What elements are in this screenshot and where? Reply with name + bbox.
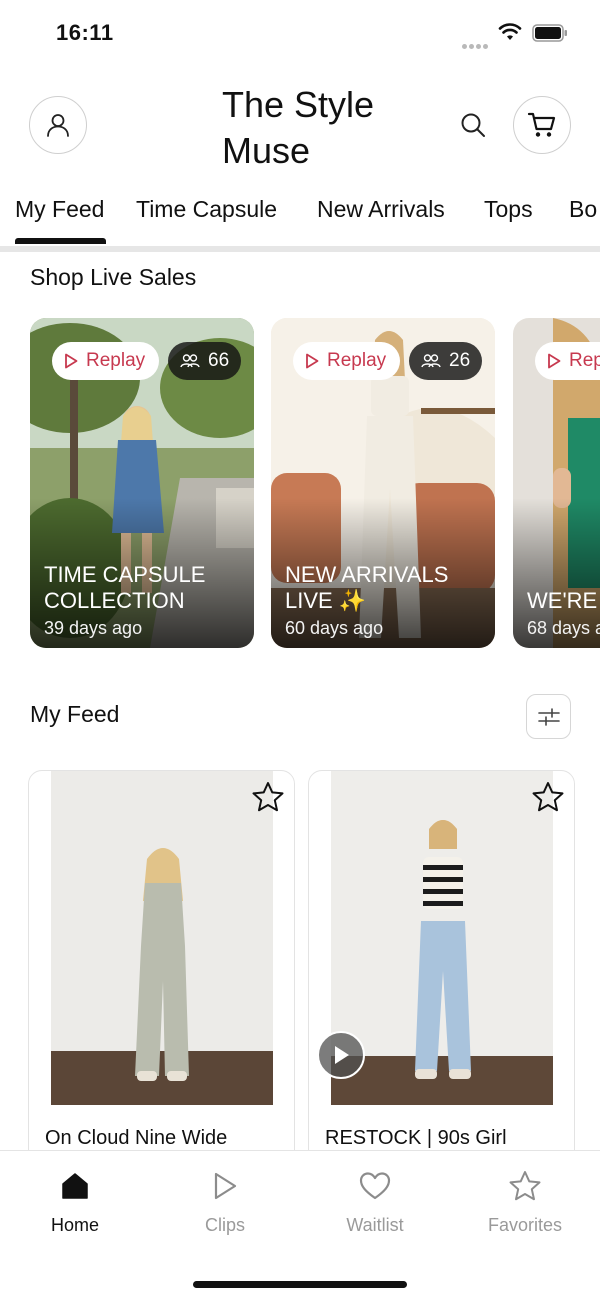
- live-card-title-line2: COLLECTION: [44, 588, 185, 613]
- live-sales-carousel[interactable]: Replay 66 TIME CAPSULE COLLECTION 39 day…: [0, 318, 600, 650]
- brand-title: The Style Muse: [222, 82, 412, 174]
- battery-icon: [532, 24, 567, 42]
- tabs-divider: [0, 246, 600, 252]
- brand-title-line2: Muse: [222, 130, 311, 171]
- star-outline-icon: [252, 782, 284, 812]
- tab-new-arrivals[interactable]: New Arrivals: [317, 196, 445, 223]
- category-tabs: My Feed Time Capsule New Arrivals Tops B…: [0, 190, 600, 248]
- viewers-icon: [180, 354, 200, 368]
- play-icon: [214, 1172, 237, 1200]
- play-outline-icon: [306, 353, 319, 369]
- live-card-title-line1: WE'RE: [527, 588, 598, 613]
- play-icon: [335, 1046, 349, 1064]
- product-name: RESTOCK | 90s Girl: [325, 1127, 507, 1149]
- favorite-button[interactable]: [530, 779, 566, 815]
- replay-badge[interactable]: Replay: [293, 342, 401, 380]
- live-card-date: 60 days ago: [285, 618, 384, 638]
- search-icon: [461, 113, 485, 137]
- nav-home-label: Home: [50, 1215, 99, 1235]
- status-time: 16:11: [56, 20, 114, 45]
- tab-my-feed[interactable]: My Feed: [15, 196, 104, 223]
- product-name: On Cloud Nine Wide: [45, 1127, 228, 1149]
- viewers-badge: 66: [168, 342, 242, 380]
- replay-label: Rep: [569, 350, 600, 371]
- signal-dots-icon: [462, 36, 490, 54]
- live-card-title-line1: TIME CAPSULE: [44, 562, 206, 587]
- viewer-count: 26: [449, 350, 471, 371]
- brand-title-line1: The Style: [222, 84, 375, 125]
- star-icon: [509, 1171, 541, 1201]
- nav-home[interactable]: Home: [15, 1169, 135, 1236]
- live-card-title: WE'RE: [527, 588, 600, 614]
- home-icon: [62, 1173, 88, 1199]
- replay-badge[interactable]: Replay: [52, 342, 160, 380]
- live-card[interactable]: Rep WE'RE 68 days a: [513, 318, 600, 648]
- nav-favorites[interactable]: Favorites: [465, 1169, 585, 1236]
- favorite-button[interactable]: [250, 779, 286, 815]
- nav-waitlist[interactable]: Waitlist: [315, 1169, 435, 1236]
- replay-label: Replay: [86, 350, 146, 371]
- viewers-icon: [421, 354, 441, 368]
- live-card[interactable]: Replay 26 NEW ARRIVALS LIVE ✨ 60 days ag…: [271, 318, 495, 648]
- nav-waitlist-label: Waitlist: [346, 1215, 404, 1235]
- bottom-nav: Home Clips Waitlist Favorites: [0, 1150, 600, 1299]
- play-outline-icon: [548, 353, 561, 369]
- live-card-title-line2: LIVE ✨: [285, 588, 367, 613]
- live-card-date: 68 days a: [527, 618, 600, 638]
- cart-button[interactable]: [513, 96, 571, 154]
- sliders-icon: [537, 707, 560, 726]
- tab-time-capsule[interactable]: Time Capsule: [136, 196, 277, 223]
- wifi-icon: [498, 23, 522, 40]
- home-indicator: [193, 1281, 407, 1288]
- tab-bottoms[interactable]: Bo: [569, 196, 597, 223]
- live-sales-title: Shop Live Sales: [30, 264, 197, 290]
- live-card-title: NEW ARRIVALS LIVE ✨: [285, 562, 485, 614]
- play-video-button[interactable]: [317, 1031, 365, 1079]
- replay-badge[interactable]: Rep: [535, 342, 600, 380]
- product-card[interactable]: RESTOCK | 90s Girl: [308, 770, 575, 1170]
- viewer-count: 66: [208, 350, 230, 371]
- heart-icon: [359, 1172, 391, 1200]
- replay-label: Replay: [327, 350, 387, 371]
- search-button[interactable]: [456, 108, 490, 142]
- cart-icon: [527, 112, 556, 137]
- live-card-title: TIME CAPSULE COLLECTION: [44, 562, 244, 614]
- star-outline-icon: [532, 782, 564, 812]
- app-header: The Style Muse: [0, 64, 600, 184]
- live-card-title-line1: NEW ARRIVALS: [285, 562, 449, 587]
- play-outline-icon: [65, 353, 78, 369]
- nav-clips-label: Clips: [204, 1215, 245, 1235]
- tab-tops[interactable]: Tops: [484, 196, 533, 223]
- viewers-badge: 26: [409, 342, 483, 380]
- active-tab-indicator: [15, 238, 106, 244]
- nav-favorites-label: Favorites: [487, 1215, 563, 1235]
- status-bar: 16:11: [0, 0, 600, 64]
- user-icon: [47, 114, 69, 137]
- live-card-date: 39 days ago: [44, 618, 143, 638]
- profile-button[interactable]: [29, 96, 87, 154]
- feed-title: My Feed: [30, 701, 120, 727]
- product-image: [51, 771, 273, 1105]
- nav-clips[interactable]: Clips: [165, 1169, 285, 1236]
- live-card[interactable]: Replay 66 TIME CAPSULE COLLECTION 39 day…: [30, 318, 254, 648]
- product-card[interactable]: On Cloud Nine Wide: [28, 770, 295, 1170]
- filter-button[interactable]: [526, 694, 571, 739]
